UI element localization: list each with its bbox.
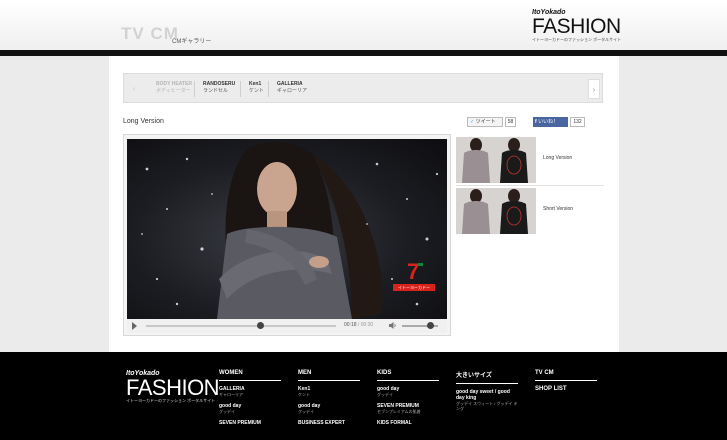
footer-link-sublabel: ギャローリア [219, 392, 243, 397]
footer-link[interactable]: SEVEN PREMIUM [219, 420, 281, 426]
footer-link-sublabel: グッデイ [219, 409, 235, 414]
footer-col-heading[interactable]: MEN [298, 370, 360, 381]
nav-prev-arrow[interactable]: ‹ [128, 79, 140, 99]
svg-text:7: 7 [407, 259, 419, 284]
footer-col-heading[interactable]: 大きいサイズ [456, 370, 518, 384]
footer-link[interactable]: good day グッデイ [298, 403, 360, 414]
progress-track[interactable] [146, 325, 336, 327]
footer-col-women: WOMEN GALLERIA ギャローリア good day グッデイ SEVE… [219, 370, 281, 432]
nav-item-galleria[interactable]: GALLERIA ギャローリア [268, 81, 315, 97]
side-video-long-version[interactable]: Long Version [456, 137, 604, 183]
video-thumbnail [456, 137, 536, 183]
footer-logo[interactable]: ItoYokado FASHION イトーヨーカドーのファッション ポータルサイ… [126, 370, 220, 403]
footer-link[interactable]: good day sweet / good day king グッデイ スウィー… [456, 389, 518, 411]
like-label: いいね！ [538, 119, 559, 125]
side-video-short-version[interactable]: Short Version [456, 188, 604, 234]
footer-link-label: good day sweet / good day king [456, 389, 510, 401]
facebook-icon: f [535, 119, 537, 125]
footer-link[interactable]: good day グッデイ [219, 403, 281, 414]
tweet-button[interactable]: ✓ ツイート [467, 117, 503, 127]
footer-col-men: MEN Ken1 ケント good day グッデイ BUSINESS EXPE… [298, 370, 360, 432]
video-thumbnail [456, 188, 536, 234]
tweet-count: 58 [505, 117, 516, 127]
footer-link-label: KIDS FORMAL [377, 420, 412, 426]
nav-item-label: RANDOSERU [203, 81, 236, 87]
footer-link-label: BUSINESS EXPERT [298, 420, 345, 426]
footer-link-label: SEVEN PREMIUM [219, 420, 261, 426]
duration: 00:30 [360, 322, 374, 328]
side-video-label: Long Version [543, 155, 573, 161]
footer-link[interactable]: KIDS FORMAL [377, 420, 439, 426]
footer-link[interactable]: GALLERIA ギャローリア [219, 386, 281, 397]
nav-item-sublabel: ギャローリア [277, 88, 308, 94]
footer-link-sublabel: セブンプレミアムの肌着 [377, 409, 421, 414]
footer-col-heading[interactable]: TV CM [535, 370, 597, 381]
cm-category-nav: ‹ BODY HEATER ボディヒーター RANDOSERU ランドセル Ke… [123, 73, 603, 103]
footer-col-heading[interactable]: WOMEN [219, 370, 281, 381]
footer-col-large-sizes: 大きいサイズ good day sweet / good day king グッ… [456, 370, 518, 417]
logo-tagline: イトーヨーカドーのファッション ポータルサイト [126, 398, 216, 403]
footer-col-kids: KIDS good day グッデイ SEVEN PREMIUM セブンプレミア… [377, 370, 439, 432]
tweet-label: ツイート [475, 119, 496, 125]
nav-item-randoseru[interactable]: RANDOSERU ランドセル [194, 81, 243, 97]
side-video-label: Short Version [543, 206, 574, 212]
footer-link-sublabel: ケント [298, 392, 310, 397]
footer-link[interactable]: Ken1 ケント [298, 386, 360, 397]
video-overlay-logo-text: イトーヨーカドー [398, 285, 430, 290]
logo-tagline: イトーヨーカドーのファッション ポータルサイト [532, 37, 622, 42]
site-logo[interactable]: ItoYokado FASHION イトーヨーカドーのファッション ポータルサイ… [532, 9, 622, 42]
page-subtitle: CMギャラリー [172, 39, 212, 45]
like-count: 132 [570, 117, 585, 127]
logo-wordmark: FASHION [532, 15, 621, 38]
footer-link-sublabel: グッデイ [298, 409, 314, 414]
logo-wordmark: FASHION [126, 375, 220, 400]
footer-link-sublabel: グッデイ スウィート / グッデイ キング [456, 401, 518, 411]
volume-icon[interactable] [389, 322, 397, 329]
footer-link[interactable]: BUSINESS EXPERT [298, 420, 360, 426]
twitter-bird-icon: ✓ [470, 119, 475, 125]
footer-link[interactable]: SEVEN PREMIUM セブンプレミアムの肌着 [377, 403, 439, 414]
video-screen[interactable]: 7 イトーヨーカドー [127, 139, 447, 319]
current-time: 00:18 [344, 322, 357, 328]
side-list-divider [456, 185, 604, 186]
footer-shop-list-link[interactable]: SHOP LIST [535, 386, 597, 392]
facebook-like-button[interactable]: f いいね！ [533, 117, 568, 127]
nav-item-sublabel: ランドセル [203, 88, 229, 94]
video-version-title: Long Version [123, 118, 164, 125]
site-footer [0, 352, 727, 440]
footer-col-heading[interactable]: KIDS [377, 370, 439, 381]
progress-handle[interactable] [256, 322, 264, 329]
nav-item-body-heater[interactable]: BODY HEATER ボディヒーター [148, 81, 200, 97]
page-title: TV CM [121, 24, 179, 43]
nav-item-label: Ken1 [249, 81, 262, 87]
nav-item-sublabel: ケント [249, 88, 264, 94]
footer-link[interactable]: good day グッデイ [377, 386, 439, 397]
play-icon[interactable] [132, 322, 137, 330]
footer-col-tvcm: TV CM SHOP LIST [535, 370, 597, 392]
nav-item-label: BODY HEATER [156, 81, 192, 87]
nav-item-label: GALLERIA [277, 81, 303, 87]
nav-next-arrow[interactable]: › [588, 79, 600, 99]
footer-link-sublabel: グッデイ [377, 392, 393, 397]
nav-item-sublabel: ボディヒーター [156, 88, 191, 94]
time-display: 00:18 / 00:30 [344, 322, 373, 328]
video-frame-image: 7 [141, 142, 439, 319]
